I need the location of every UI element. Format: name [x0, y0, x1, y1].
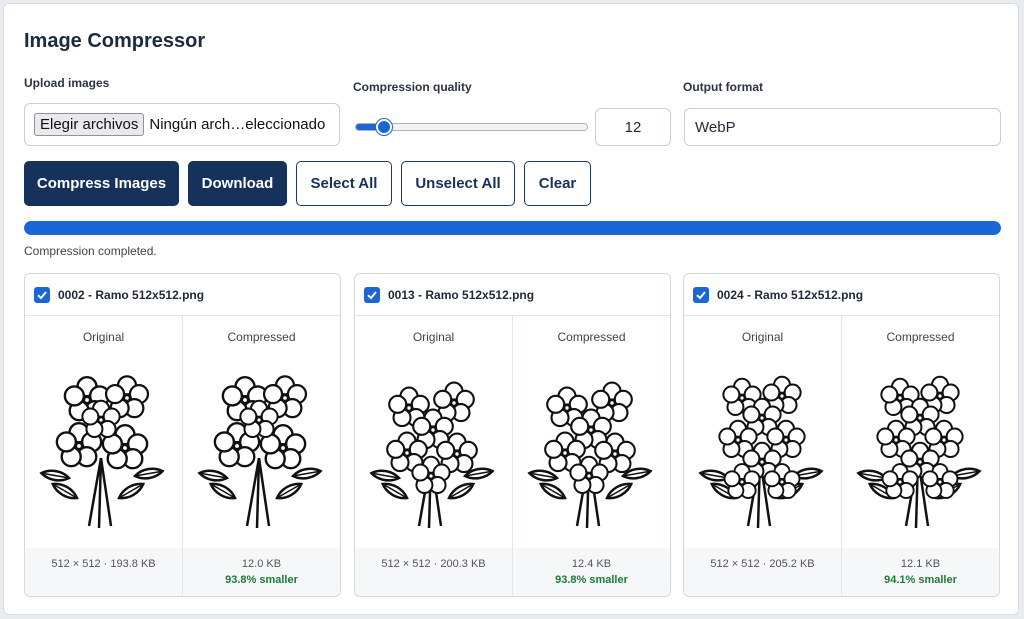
choose-files-button[interactable]: Elegir archivos — [34, 113, 145, 136]
original-label: Original — [82, 330, 125, 344]
original-info-text: 512 × 512 · 205.2 KB — [710, 558, 815, 570]
compressed-pane: Compressed 12.0 KB 93.8% smaller — [182, 316, 340, 596]
clear-button[interactable]: Clear — [524, 161, 591, 206]
select-checkbox[interactable] — [693, 286, 709, 303]
compressed-label: Compressed — [557, 330, 626, 344]
compressed-label: Compressed — [886, 330, 955, 344]
compressed-info: 12.1 KB 94.1% smaller — [842, 548, 999, 596]
original-pane: Original 512 × 512 · 193.8 KB — [25, 316, 182, 596]
checkmark-icon — [696, 290, 706, 299]
result-card: 0013 - Ramo 512x512.png Original 512 × 512… — [354, 273, 671, 597]
compressed-info: 12.4 KB 93.8% smaller — [513, 548, 670, 596]
compressed-size: 12.0 KB — [241, 558, 282, 570]
flower-bouquet-image — [197, 375, 323, 529]
progress-bar — [24, 221, 1001, 235]
checkmark-icon — [367, 290, 377, 299]
main-card: Image Compressor Upload images Elegir ar… — [3, 3, 1019, 615]
upload-label: Upload images — [24, 76, 110, 90]
compress-button[interactable]: Compress Images — [24, 161, 179, 206]
quality-slider[interactable] — [355, 119, 588, 135]
original-label: Original — [412, 330, 455, 344]
result-card: 0002 - Ramo 512x512.png Original 512 × 512… — [24, 273, 341, 597]
result-card: 0024 - Ramo 512x512.png Original 512 × 512… — [683, 273, 1000, 597]
saving-percentage: 93.8% smaller — [225, 574, 298, 586]
checkmark-icon — [37, 290, 47, 299]
quality-label: Compression quality — [353, 80, 472, 94]
compressed-pane: Compressed 12.4 KB 93.8% smaller — [512, 316, 670, 596]
quality-number-input[interactable]: 12 — [595, 108, 671, 146]
file-input[interactable]: Elegir archivos Ningún arch…eleccionado — [24, 103, 340, 146]
compressed-size: 12.4 KB — [571, 558, 612, 570]
select-checkbox[interactable] — [34, 286, 50, 303]
compressed-label: Compressed — [227, 330, 296, 344]
compressed-info: 12.0 KB 93.8% smaller — [183, 548, 340, 596]
original-info: 512 × 512 · 205.2 KB — [684, 548, 841, 596]
flower-bouquet-image — [369, 381, 495, 529]
file-name: 0024 - Ramo 512x512.png — [717, 287, 864, 302]
original-pane: Original 512 × 512 · 200.3 KB — [355, 316, 512, 596]
flower-bouquet-image — [527, 381, 653, 529]
flower-bouquet-image — [39, 375, 165, 529]
progress-bar-fill — [24, 221, 1001, 235]
original-info: 512 × 512 · 200.3 KB — [355, 548, 512, 596]
saving-percentage: 93.8% smaller — [555, 574, 628, 586]
compressed-pane: Compressed 12.1 KB 94.1% smaller — [841, 316, 999, 596]
result-card-header: 0024 - Ramo 512x512.png — [684, 274, 999, 316]
format-label: Output format — [683, 80, 763, 94]
original-pane: Original 512 × 512 · 205.2 KB — [684, 316, 841, 596]
flower-bouquet-image — [698, 375, 824, 529]
quality-slider-thumb[interactable] — [375, 119, 392, 135]
select-checkbox[interactable] — [364, 286, 380, 303]
unselect-all-button[interactable]: Unselect All — [401, 161, 515, 206]
select-all-button[interactable]: Select All — [296, 161, 392, 206]
original-label: Original — [741, 330, 784, 344]
result-card-header: 0013 - Ramo 512x512.png — [355, 274, 670, 316]
download-button[interactable]: Download — [188, 161, 287, 206]
file-name: 0013 - Ramo 512x512.png — [388, 287, 535, 302]
original-info: 512 × 512 · 193.8 KB — [25, 548, 182, 596]
original-info-text: 512 × 512 · 200.3 KB — [381, 558, 486, 570]
file-name: 0002 - Ramo 512x512.png — [58, 287, 205, 302]
flower-bouquet-image — [856, 375, 982, 529]
page-title: Image Compressor — [24, 30, 206, 52]
status-text: Compression completed. — [24, 244, 157, 258]
format-select[interactable]: WebP — [684, 108, 1001, 146]
saving-percentage: 94.1% smaller — [884, 574, 957, 586]
file-status-text: Ningún arch…eleccionado — [149, 116, 326, 133]
original-info-text: 512 × 512 · 193.8 KB — [51, 558, 156, 570]
result-card-header: 0002 - Ramo 512x512.png — [25, 274, 340, 316]
compressed-size: 12.1 KB — [900, 558, 941, 570]
